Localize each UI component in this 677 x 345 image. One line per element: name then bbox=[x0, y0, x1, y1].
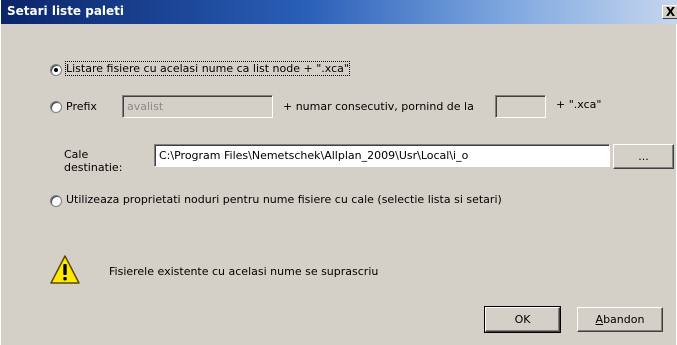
radio-prefix[interactable] bbox=[50, 101, 62, 113]
destination-label-line1: Cale bbox=[64, 148, 89, 161]
ok-button[interactable]: OK bbox=[484, 306, 561, 333]
radio-node-properties[interactable] bbox=[50, 195, 62, 207]
title-bar[interactable]: Setari liste paleti X bbox=[1, 0, 677, 24]
destination-path-input[interactable] bbox=[154, 144, 610, 167]
option-node-properties-label[interactable]: Utilizeaza proprietati noduri pentru num… bbox=[66, 193, 502, 206]
cancel-button[interactable]: Abandon bbox=[577, 307, 663, 332]
start-number-input[interactable] bbox=[495, 95, 546, 118]
cancel-button-mnemonic: A bbox=[595, 313, 604, 326]
radio-selected-dot bbox=[54, 68, 58, 72]
warning-icon bbox=[50, 255, 80, 284]
window-title: Setari liste paleti bbox=[7, 4, 125, 18]
numbering-label: + numar consecutiv, pornind de la bbox=[283, 100, 474, 113]
prefix-input[interactable] bbox=[122, 95, 273, 118]
warning-text: Fisierele existente cu acelasi nume se s… bbox=[109, 265, 379, 278]
close-icon: X bbox=[665, 5, 676, 19]
cancel-button-label: bandon bbox=[603, 313, 645, 326]
radio-list-node-names[interactable] bbox=[50, 64, 62, 76]
option-list-node-names-label[interactable]: Listare fisiere cu acelasi nume ca list … bbox=[65, 61, 350, 76]
option-prefix-label[interactable]: Prefix bbox=[66, 100, 97, 113]
close-button[interactable]: X bbox=[662, 5, 677, 19]
dialog-window: Setari liste paleti X Listare fisiere cu… bbox=[0, 0, 677, 345]
destination-label-line2: destinatie: bbox=[64, 161, 123, 174]
extension-label: + ".xca" bbox=[556, 98, 602, 111]
browse-button[interactable]: ... bbox=[613, 144, 674, 169]
